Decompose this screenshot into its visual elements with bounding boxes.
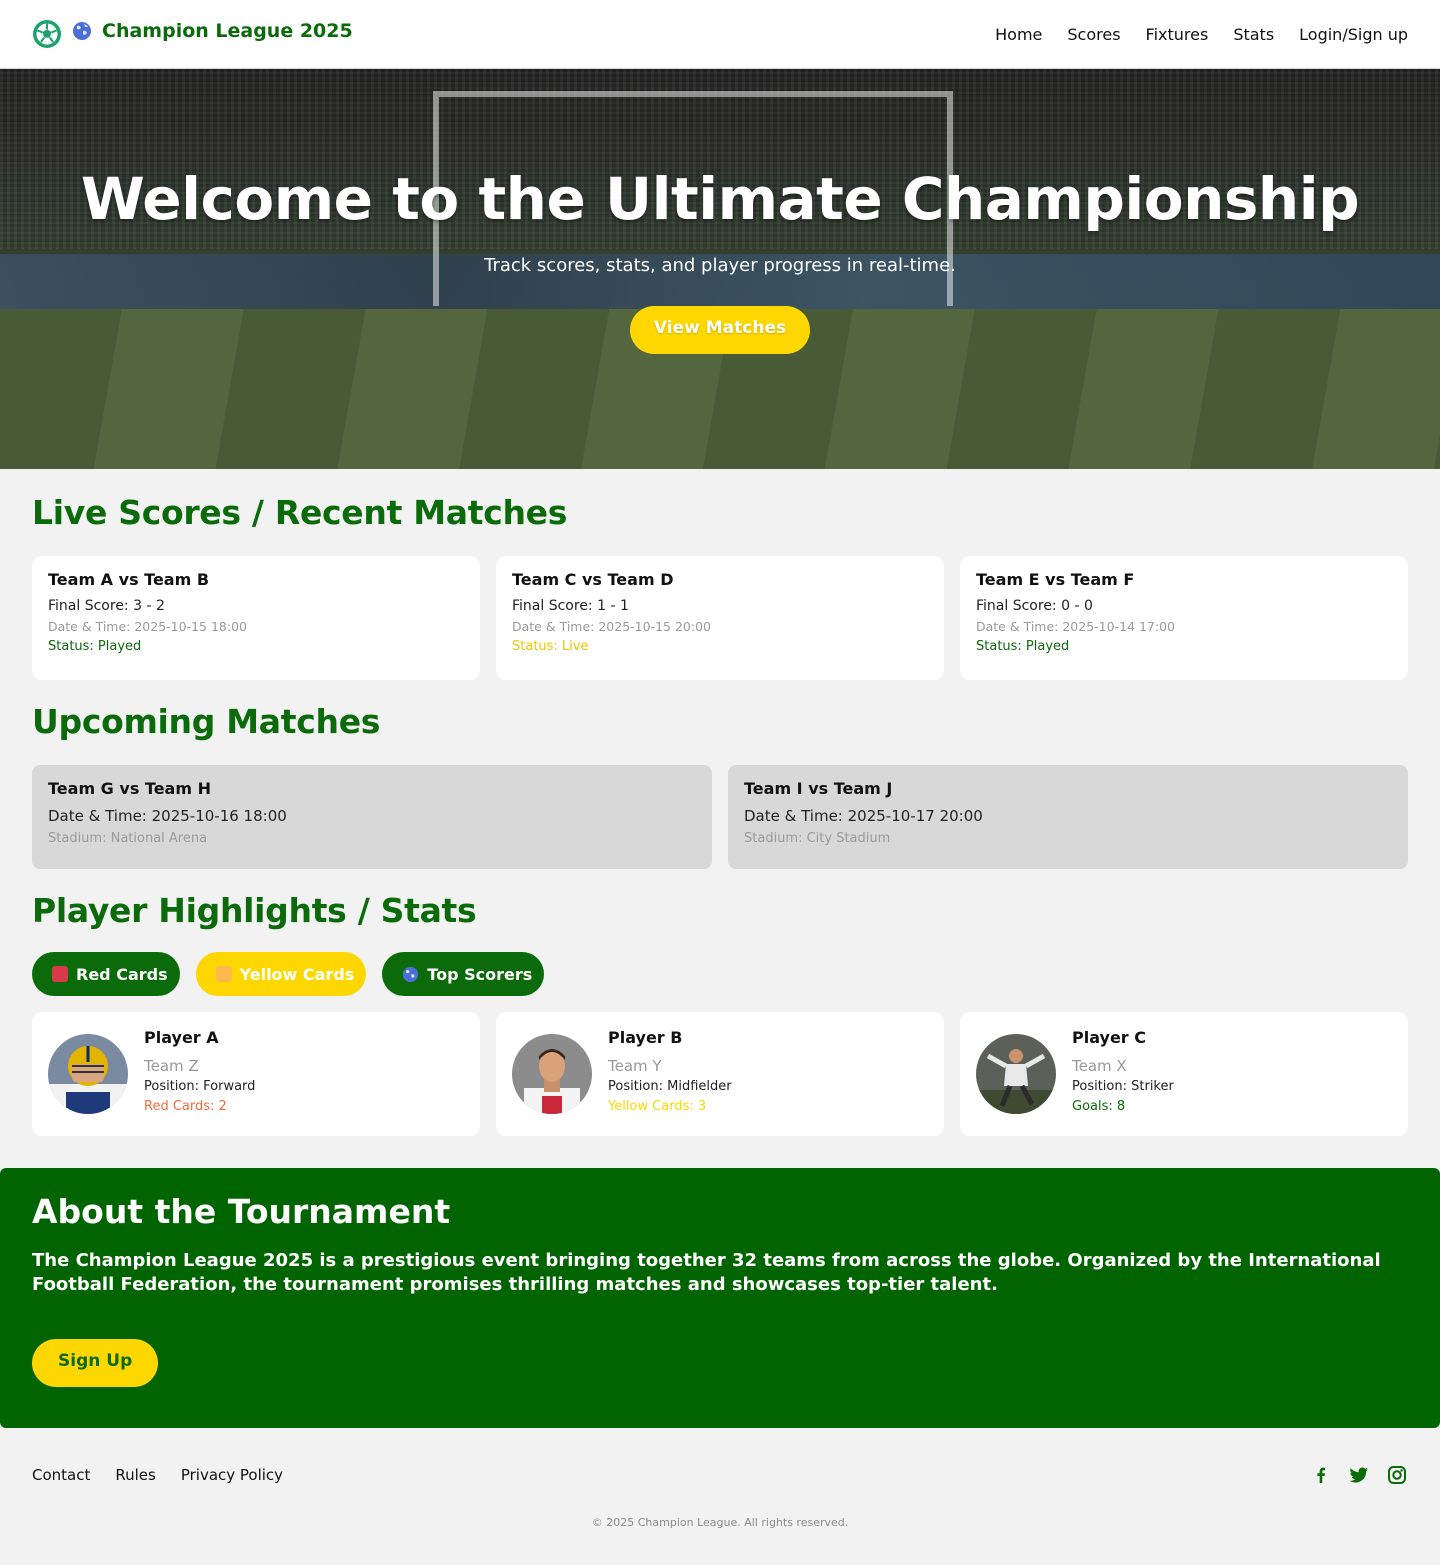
- about-tournament-section: About the Tournament The Champion League…: [0, 1168, 1440, 1428]
- player-card[interactable]: Player A Team Z Position: Forward Red Ca…: [32, 1012, 480, 1136]
- player-name: Player A: [144, 1028, 219, 1047]
- player-info: Player C Team X Position: Striker Goals:…: [1072, 1028, 1174, 1136]
- sign-up-button[interactable]: Sign Up: [32, 1339, 159, 1387]
- upcoming-matches-title: Upcoming Matches: [32, 702, 381, 741]
- red-card-icon: [52, 966, 68, 982]
- twitter-icon[interactable]: [1348, 1464, 1370, 1486]
- match-score: Final Score: 0 - 0: [976, 598, 1093, 614]
- filter-top-scorers-button[interactable]: Top Scorers: [382, 952, 545, 996]
- nav-link-scores[interactable]: Scores: [1067, 25, 1120, 44]
- upcoming-match-card[interactable]: Team I vs Team J Date & Time: 2025-10-17…: [728, 765, 1408, 869]
- player-highlights-title: Player Highlights / Stats: [32, 891, 477, 930]
- footer-links: Contact Rules Privacy Policy: [32, 1466, 283, 1484]
- player-stat: Yellow Cards: 3: [608, 1099, 707, 1114]
- match-datetime: Date & Time: 2025-10-15 20:00: [512, 619, 711, 634]
- globe-icon: [403, 966, 419, 982]
- player-filters: Red Cards Yellow Cards Top Scorers: [32, 952, 1408, 996]
- match-status: Status: Played: [976, 639, 1070, 654]
- player-stat: Red Cards: 2: [144, 1099, 227, 1114]
- match-datetime: Date & Time: 2025-10-15 18:00: [48, 619, 247, 634]
- about-title: About the Tournament: [32, 1192, 451, 1231]
- nav-link-home[interactable]: Home: [995, 25, 1042, 44]
- filter-red-cards-button[interactable]: Red Cards: [32, 952, 180, 996]
- upcoming-match-card[interactable]: Team G vs Team H Date & Time: 2025-10-16…: [32, 765, 712, 869]
- hero-banner: Welcome to the Ultimate Championship Tra…: [0, 69, 1440, 469]
- player-info: Player B Team Y Position: Midfielder Yel…: [608, 1028, 732, 1136]
- upcoming-datetime: Date & Time: 2025-10-17 20:00: [744, 807, 983, 825]
- player-team: Team Y: [608, 1057, 662, 1075]
- player-name: Player C: [1072, 1028, 1146, 1047]
- hero-title: Welcome to the Ultimate Championship: [80, 165, 1360, 233]
- footer: Contact Rules Privacy Policy © 2025 Cham…: [0, 1428, 1440, 1556]
- match-status: Status: Live: [512, 639, 589, 654]
- match-card[interactable]: Team C vs Team D Final Score: 1 - 1 Date…: [496, 556, 944, 680]
- match-score: Final Score: 1 - 1: [512, 598, 629, 614]
- player-info: Player A Team Z Position: Forward Red Ca…: [144, 1028, 255, 1136]
- brand-title: Champion League 2025: [102, 20, 353, 42]
- top-nav: Champion League 2025 Home Scores Fixture…: [0, 0, 1440, 69]
- upcoming-matches-grid: Team G vs Team H Date & Time: 2025-10-16…: [32, 765, 1408, 869]
- filter-label: Yellow Cards: [239, 964, 355, 984]
- brand[interactable]: Champion League 2025: [32, 19, 353, 49]
- filter-label: Top Scorers: [427, 964, 533, 984]
- nav-links: Home Scores Fixtures Stats Login/Sign up: [995, 25, 1408, 44]
- match-teams: Team A vs Team B: [48, 570, 210, 589]
- live-scores-section: Live Scores / Recent Matches Team A vs T…: [0, 469, 1440, 1136]
- match-card[interactable]: Team E vs Team F Final Score: 0 - 0 Date…: [960, 556, 1408, 680]
- upcoming-stadium: Stadium: National Arena: [48, 831, 208, 846]
- upcoming-teams: Team I vs Team J: [744, 779, 893, 798]
- match-teams: Team C vs Team D: [512, 570, 674, 589]
- hero-subtitle: Track scores, stats, and player progress…: [484, 255, 956, 276]
- soccer-ball-icon: [33, 20, 61, 48]
- facebook-icon[interactable]: [1310, 1464, 1332, 1486]
- player-position: Position: Midfielder: [608, 1079, 732, 1094]
- player-avatar: [512, 1034, 592, 1114]
- filter-label: Red Cards: [76, 964, 168, 984]
- match-status: Status: Played: [48, 639, 142, 654]
- footer-row: Contact Rules Privacy Policy: [32, 1464, 1408, 1486]
- nav-link-fixtures[interactable]: Fixtures: [1146, 25, 1209, 44]
- player-cards-grid: Player A Team Z Position: Forward Red Ca…: [32, 1012, 1408, 1136]
- player-avatar: [976, 1034, 1056, 1114]
- player-avatar: [48, 1034, 128, 1114]
- footer-link-contact[interactable]: Contact: [32, 1466, 90, 1484]
- player-name: Player B: [608, 1028, 683, 1047]
- match-teams: Team E vs Team F: [976, 570, 1135, 589]
- match-score: Final Score: 3 - 2: [48, 598, 165, 614]
- upcoming-datetime: Date & Time: 2025-10-16 18:00: [48, 807, 287, 825]
- match-card[interactable]: Team A vs Team B Final Score: 3 - 2 Date…: [32, 556, 480, 680]
- player-team: Team X: [1072, 1057, 1127, 1075]
- yellow-card-icon: [215, 966, 232, 982]
- copyright: © 2025 Champion League. All rights reser…: [591, 1516, 849, 1529]
- upcoming-teams: Team G vs Team H: [48, 779, 211, 798]
- match-datetime: Date & Time: 2025-10-14 17:00: [976, 619, 1175, 634]
- footer-link-privacy[interactable]: Privacy Policy: [181, 1466, 283, 1484]
- instagram-icon[interactable]: [1386, 1464, 1408, 1486]
- player-position: Position: Forward: [144, 1079, 256, 1094]
- nav-link-login[interactable]: Login/Sign up: [1299, 25, 1408, 44]
- player-card[interactable]: Player C Team X Position: Striker Goals:…: [960, 1012, 1408, 1136]
- view-matches-button[interactable]: View Matches: [629, 306, 811, 354]
- about-text: The Champion League 2025 is a prestigiou…: [32, 1250, 1381, 1295]
- live-matches-grid: Team A vs Team B Final Score: 3 - 2 Date…: [32, 556, 1408, 680]
- hero-content: Welcome to the Ultimate Championship Tra…: [0, 69, 1440, 469]
- live-scores-title: Live Scores / Recent Matches: [32, 493, 568, 532]
- player-team: Team Z: [144, 1057, 199, 1075]
- social-links: [1310, 1464, 1408, 1486]
- player-position: Position: Striker: [1072, 1079, 1174, 1094]
- nav-link-stats[interactable]: Stats: [1233, 25, 1274, 44]
- globe-icon: [73, 22, 91, 40]
- player-stat: Goals: 8: [1072, 1099, 1126, 1114]
- player-card[interactable]: Player B Team Y Position: Midfielder Yel…: [496, 1012, 944, 1136]
- upcoming-stadium: Stadium: City Stadium: [744, 831, 891, 846]
- footer-link-rules[interactable]: Rules: [115, 1466, 155, 1484]
- filter-yellow-cards-button[interactable]: Yellow Cards: [195, 952, 367, 996]
